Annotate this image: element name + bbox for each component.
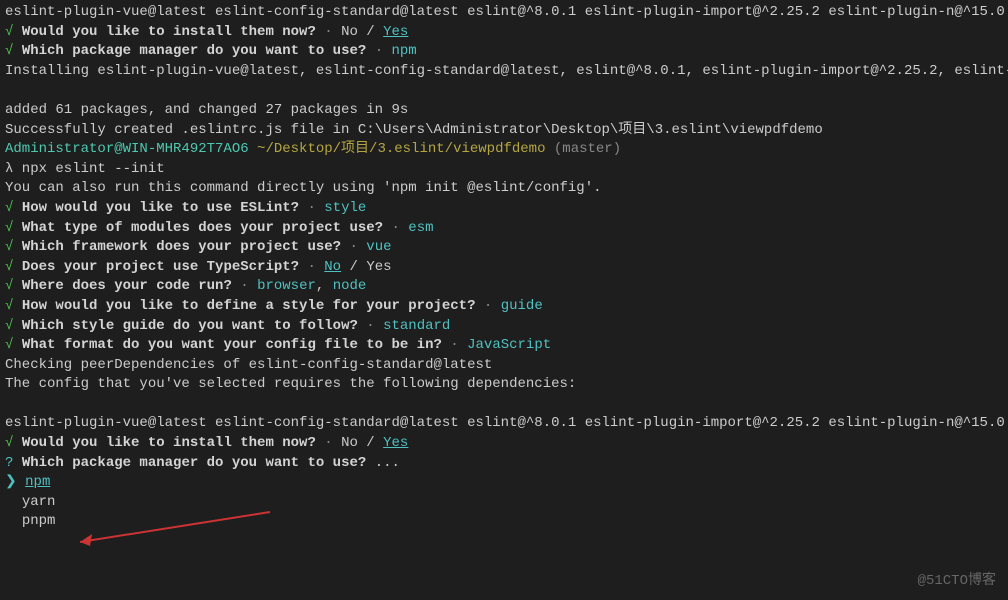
terminal-line: Checking peerDependencies of eslint-conf… [5, 356, 1003, 376]
terminal-line: √ Would you like to install them now? · … [5, 434, 1003, 454]
watermark: @51CTO博客 [918, 572, 996, 592]
terminal-line: √ Would you like to install them now? · … [5, 23, 1003, 43]
active-prompt[interactable]: ? Which package manager do you want to u… [5, 454, 1003, 474]
terminal-line: √ What format do you want your config fi… [5, 336, 1003, 356]
terminal-line: Installing eslint-plugin-vue@latest, esl… [5, 62, 1003, 82]
terminal-line: eslint-plugin-vue@latest eslint-config-s… [5, 3, 1003, 23]
terminal-line: √ How would you like to use ESLint? · st… [5, 199, 1003, 219]
terminal-line: The config that you've selected requires… [5, 375, 1003, 395]
terminal-line [5, 395, 1003, 415]
terminal-line: √ Where does your code run? · browser, n… [5, 277, 1003, 297]
terminal-line: √ Does your project use TypeScript? · No… [5, 258, 1003, 278]
terminal-line: You can also run this command directly u… [5, 179, 1003, 199]
terminal-line: Successfully created .eslintrc.js file i… [5, 121, 1003, 141]
terminal-line: √ Which framework does your project use?… [5, 238, 1003, 258]
terminal-line: √ Which style guide do you want to follo… [5, 317, 1003, 337]
terminal-line: √ How would you like to define a style f… [5, 297, 1003, 317]
select-option-pnpm[interactable]: pnpm [5, 512, 1003, 532]
terminal-line: √ Which package manager do you want to u… [5, 42, 1003, 62]
command-line[interactable]: λ npx eslint --init [5, 160, 1003, 180]
terminal-line: √ What type of modules does your project… [5, 219, 1003, 239]
select-option-npm[interactable]: ❯ npm [5, 473, 1003, 493]
terminal-line: eslint-plugin-vue@latest eslint-config-s… [5, 414, 1003, 434]
terminal-line [5, 81, 1003, 101]
terminal-line: added 61 packages, and changed 27 packag… [5, 101, 1003, 121]
prompt-line: Administrator@WIN-MHR492T7AO6 ~/Desktop/… [5, 140, 1003, 160]
select-option-yarn[interactable]: yarn [5, 493, 1003, 513]
